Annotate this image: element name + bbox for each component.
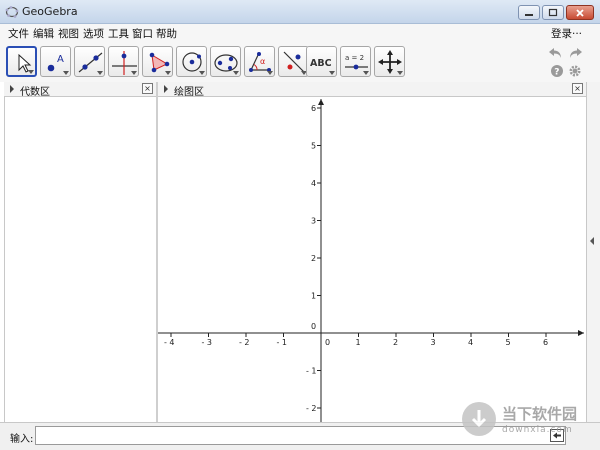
graphics-panel-header: 绘图区 × [158,82,586,98]
perpendicular-tool[interactable] [108,46,139,77]
x-tick-label: 3 [431,338,436,347]
conic-tool[interactable] [210,46,241,77]
coordinate-axes: - 4 - 3 - 2 - 1 0 1 2 3 4 5 6 - 2 - 1 1 2 3 4 5 6 0 [158,99,584,422]
svg-text:α: α [260,57,265,66]
geogebra-logo-icon [5,6,19,18]
minimize-icon [525,13,533,16]
graphics-panel-title: 绘图区 [174,87,204,98]
x-tick-label: 0 [325,338,330,347]
toolbar: A α ABC a = 2 ? [0,42,600,82]
menu-bar: 文件 编辑 视图 选项 工具 窗口 帮助 登录··· [0,24,600,42]
graphics-view[interactable]: - 4 - 3 - 2 - 1 0 1 2 3 4 5 6 - 2 - 1 1 2 3 4 5 6 0 [158,97,586,422]
move-tool[interactable] [6,46,37,77]
watermark-logo [462,402,496,436]
reflect-tool[interactable] [278,46,309,77]
redo-icon[interactable] [567,46,583,60]
x-tick-label: - 2 [239,338,250,347]
svg-text:A: A [57,54,64,65]
y-axis-arrow [318,99,324,105]
watermark-subtitle: downxia.com [502,425,573,435]
y-tick-label: 5 [311,142,316,151]
signin-link[interactable]: 登录··· [551,26,582,41]
text-tool-label: ABC [310,58,332,69]
download-arrow-icon [471,410,487,428]
panel-expand-arrow-icon[interactable] [164,85,168,93]
menu-window[interactable]: 窗口 [132,26,153,41]
menu-view[interactable]: 视图 [58,26,79,41]
svg-text:?: ? [554,68,559,78]
expand-side-panel-arrow-icon[interactable] [590,237,594,245]
x-tick-label: 4 [468,338,473,347]
minimize-button[interactable] [518,5,540,20]
side-panel-strip [586,82,600,422]
menu-help[interactable]: 帮助 [156,26,177,41]
watermark-title: 当下软件园 [502,405,578,423]
algebra-panel-header: 代数区 × [4,82,156,98]
menu-edit[interactable]: 编辑 [33,26,54,41]
menu-tools[interactable]: 工具 [108,26,129,41]
point-tool[interactable]: A [40,46,71,77]
window-title: GeoGebra [22,5,78,18]
undo-icon[interactable] [548,46,564,60]
help-icon[interactable]: ? [550,64,564,78]
algebra-view[interactable] [4,97,156,422]
y-tick-label: 1 [311,292,316,301]
y-tick-label: 6 [311,104,316,113]
x-tick-label: 6 [543,338,548,347]
x-tick-label: - 1 [277,338,288,347]
maximize-button[interactable] [542,5,564,20]
close-button[interactable] [566,5,594,20]
x-tick-label: 2 [393,338,398,347]
algebra-panel-close-button[interactable]: × [142,83,153,94]
x-tick-label: - 4 [164,338,175,347]
panel-expand-arrow-icon[interactable] [10,85,14,93]
title-bar: GeoGebra [0,0,600,24]
origin-label: 0 [311,322,316,331]
settings-gear-icon[interactable] [568,64,582,78]
graphics-panel-close-button[interactable]: × [572,83,583,94]
angle-tool[interactable]: α [244,46,275,77]
move-graphics-tool[interactable] [374,46,405,77]
y-tick-label: - 1 [306,367,317,376]
input-label: 输入: [10,434,34,445]
menu-file[interactable]: 文件 [8,26,29,41]
y-tick-label: 2 [311,254,316,263]
close-icon [576,8,584,17]
line-tool[interactable] [74,46,105,77]
circle-tool[interactable] [176,46,207,77]
x-tick-label: - 3 [202,338,213,347]
x-tick-label: 1 [356,338,361,347]
y-tick-label: - 2 [306,404,317,413]
cursor-arrow-icon [18,53,32,73]
watermark: 当下软件园 downxia.com [462,400,592,444]
polygon-tool[interactable] [142,46,173,77]
x-axis-arrow [578,330,584,336]
slider-tool[interactable]: a = 2 [340,46,371,77]
y-tick-label: 4 [311,179,316,188]
text-tool[interactable]: ABC [306,46,337,77]
menu-options[interactable]: 选项 [83,26,104,41]
y-tick-label: 3 [311,217,316,226]
maximize-icon [548,8,558,17]
slider-tool-label: a = 2 [345,54,364,62]
algebra-panel-title: 代数区 [20,87,50,98]
x-tick-label: 5 [506,338,511,347]
